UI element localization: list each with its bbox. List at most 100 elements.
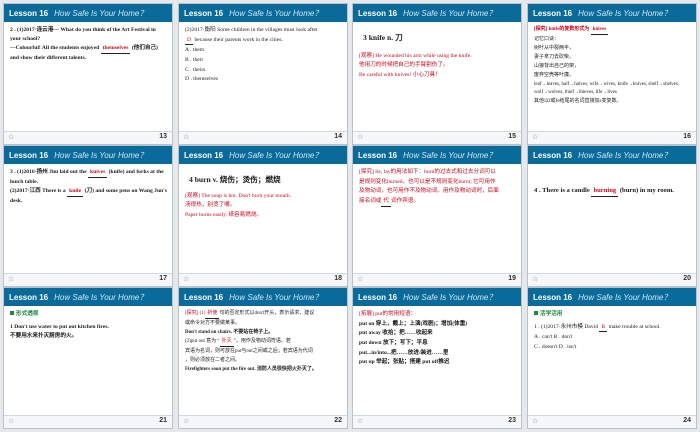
slide-footer: ☆ 18	[179, 273, 347, 286]
slide-thumbnail-13[interactable]: Lesson 16 How Safe Is Your Home？ 2 . (1)…	[3, 3, 173, 145]
star-icon: ☆	[8, 276, 15, 283]
slide-number: 18	[334, 275, 342, 282]
slide-number: 14	[334, 133, 342, 140]
slide-number: 24	[683, 417, 691, 424]
option-a: A . them	[185, 47, 205, 54]
question-text: 2 . (1)2017·连云港— What do you think of th…	[10, 27, 156, 42]
question-text: 3 . (1)2016·扬州 Jim laid out the knives (…	[10, 169, 164, 185]
note-text: 妻子拿刀去砍柴。	[534, 55, 575, 60]
slide-footer: ☆ 24	[528, 415, 696, 428]
slide-thumbnail-18[interactable]: Lesson 16 How Safe Is Your Home？ 4 burn …	[178, 145, 348, 287]
note-text: [探究] lie, lay的用法如下：burn的过去式和过去分词可以	[359, 169, 496, 175]
star-icon: ☆	[183, 276, 190, 283]
slide-footer: ☆ 20	[528, 273, 696, 286]
slide-footer: ☆ 22	[179, 415, 347, 428]
phrase-item: put up 举起；张贴；搭建 put off推迟	[359, 359, 450, 366]
slide-thumbnail-23[interactable]: Lesson 16 How Safe Is Your Home？ [拓展] pu…	[352, 287, 522, 429]
slide-footer: ☆ 17	[4, 273, 172, 286]
example-sentence: Paper burns easily. 纸容易燃烧。	[185, 212, 263, 219]
slide-content: [拓展] put的常用短语： put on 穿上，戴上；上演(戏剧)；增加(体重…	[359, 310, 516, 412]
slide-footer: ☆ 16	[528, 131, 696, 144]
vocab-heading: 3 knife n. 刀	[363, 33, 403, 42]
slide-number: 21	[159, 417, 167, 424]
lesson-label: Lesson 16	[9, 8, 49, 18]
slide-thumbnail-24[interactable]: Lesson 16 How Safe Is Your Home？ 活学活用 1 …	[527, 287, 697, 429]
slide-content: 3 knife n. 刀 [观察] He wounded his arm whi…	[359, 26, 516, 128]
slide-content: 2 . (1)2017·连云港— What do you think of th…	[10, 26, 167, 128]
slide-header: Lesson 16 How Safe Is Your Home？	[353, 4, 521, 22]
example-sentence: Don't stand on chairs. 不要站在椅子上。	[185, 330, 274, 335]
answer-blank: B	[599, 323, 608, 333]
note-text: 宾语为名词，则可放在put与out之间或之后；若宾语为代词	[185, 349, 313, 354]
note-text: 及物动词，也可用作不及物动词。用作及物动词时，后面	[359, 188, 499, 195]
question-text: (2)2017·衡阳 Some children in the villages…	[185, 27, 318, 33]
lesson-label: Lesson 16	[358, 8, 398, 18]
lesson-label: Lesson 16	[533, 150, 573, 160]
example-sentence: Be careful with knives! 小心刀具！	[359, 72, 441, 79]
star-icon: ☆	[532, 276, 539, 283]
slide-footer: ☆ 23	[353, 415, 521, 428]
lesson-title: How Safe Is Your Home？	[229, 150, 323, 160]
slide-thumbnail-19[interactable]: Lesson 16 How Safe Is Your Home？ [探究] li…	[352, 145, 522, 287]
lesson-label: Lesson 16	[533, 292, 573, 302]
slide-thumbnail-grid: Lesson 16 How Safe Is Your Home？ 2 . (1)…	[3, 3, 697, 429]
example-translation: 不要用水来扑灭厨房的火。	[10, 333, 78, 340]
question-text: (2)2017·江西 There is a knife (刀) and some…	[10, 187, 167, 204]
slide-thumbnail-22[interactable]: Lesson 16 How Safe Is Your Home？ [探究] (1…	[178, 287, 348, 429]
star-icon: ☆	[357, 134, 364, 141]
slide-header: Lesson 16 How Safe Is Your Home？	[353, 288, 521, 306]
star-icon: ☆	[183, 418, 190, 425]
lesson-title: How Safe Is Your Home？	[54, 8, 148, 18]
answer-blank: burning	[591, 186, 619, 198]
answer-blank: themselves	[100, 44, 131, 54]
slide-thumbnail-20[interactable]: Lesson 16 How Safe Is Your Home？ 4 . The…	[527, 145, 697, 287]
slide-number: 19	[508, 275, 516, 282]
slide-number: 17	[159, 275, 167, 282]
note-text: [探究] (1) 祈使 句的否定形式以don't开头，表示请求、建议	[185, 310, 342, 319]
slide-thumbnail-14[interactable]: Lesson 16 How Safe Is Your Home？ (2)2017…	[178, 3, 348, 145]
phrase-item: put away 收拾；把……收起来	[359, 330, 433, 337]
lesson-title: How Safe Is Your Home？	[403, 292, 497, 302]
slide-thumbnail-16[interactable]: Lesson 16 How Safe Is Your Home？ [探究] kn…	[527, 3, 697, 145]
question-text: 1 . (1)2017·永州市模 David B make trouble at…	[534, 323, 691, 333]
slide-thumbnail-17[interactable]: Lesson 16 How Safe Is Your Home？ 3 . (1)…	[3, 145, 173, 287]
star-icon: ☆	[8, 134, 15, 141]
option-row: C . doesn't D . isn't	[534, 343, 577, 350]
slide-thumbnail-15[interactable]: Lesson 16 How Safe Is Your Home？ 3 knife…	[352, 3, 522, 145]
slide-header: Lesson 16 How Safe Is Your Home？	[179, 288, 347, 306]
option-b: B . their	[185, 56, 204, 63]
slide-content: 3 . (1)2016·扬州 Jim laid out the knives (…	[10, 168, 167, 270]
slide-thumbnail-21[interactable]: Lesson 16 How Safe Is Your Home？ 形式透视 1 …	[3, 287, 173, 429]
example-sentence: [观察] The soup is hot. Don't burn your mo…	[185, 192, 292, 199]
star-icon: ☆	[357, 418, 364, 425]
star-icon: ☆	[8, 418, 15, 425]
note-text: 山狼背出自己的架，	[534, 64, 580, 69]
note-text: (2)put out 意为 “扑灭 ”，用作及物动词符语。若	[185, 338, 342, 347]
answer-blank: knives	[590, 26, 609, 35]
answer-blank: knife	[67, 187, 84, 197]
slide-header: Lesson 16 How Safe Is Your Home？	[528, 146, 696, 164]
slide-number: 23	[508, 417, 516, 424]
slide-header: Lesson 16 How Safe Is Your Home？	[4, 4, 172, 22]
note-text: 废弃空壳等叶廉。	[534, 73, 575, 78]
example-translation: 汤很热，别烫了嘴。	[185, 202, 236, 209]
lesson-title: How Safe Is Your Home？	[229, 8, 323, 18]
answer-blank: 扑灭	[219, 338, 234, 347]
slide-number: 13	[159, 133, 167, 140]
lesson-label: Lesson 16	[184, 150, 224, 160]
note-text: ，则必须放在二者之间。	[185, 358, 241, 363]
slide-header: Lesson 16 How Safe Is Your Home？	[4, 146, 172, 164]
slide-number: 20	[683, 275, 691, 282]
phrase-item: put...in/into...把……放进/装进……里	[359, 349, 449, 356]
phrase-item: put on 穿上，戴上；上演(戏剧)；增加(体重)	[359, 320, 468, 327]
note-text: 其他以f或fe结尾的名词直接加s变复数。	[534, 99, 622, 104]
lesson-title: How Safe Is Your Home？	[578, 150, 672, 160]
answer-line: —Colourful! All the students enjoyed the…	[10, 44, 158, 61]
slide-number: 16	[683, 133, 691, 140]
section-heading: 形式透视	[10, 310, 167, 319]
lesson-label: Lesson 16	[533, 8, 573, 18]
slide-header: Lesson 16 How Safe Is Your Home？	[528, 288, 696, 306]
lesson-title: How Safe Is Your Home？	[403, 150, 497, 160]
note-text: leaf→leaves, half→halves, wife→wives, kn…	[534, 82, 680, 95]
slide-number: 15	[508, 133, 516, 140]
